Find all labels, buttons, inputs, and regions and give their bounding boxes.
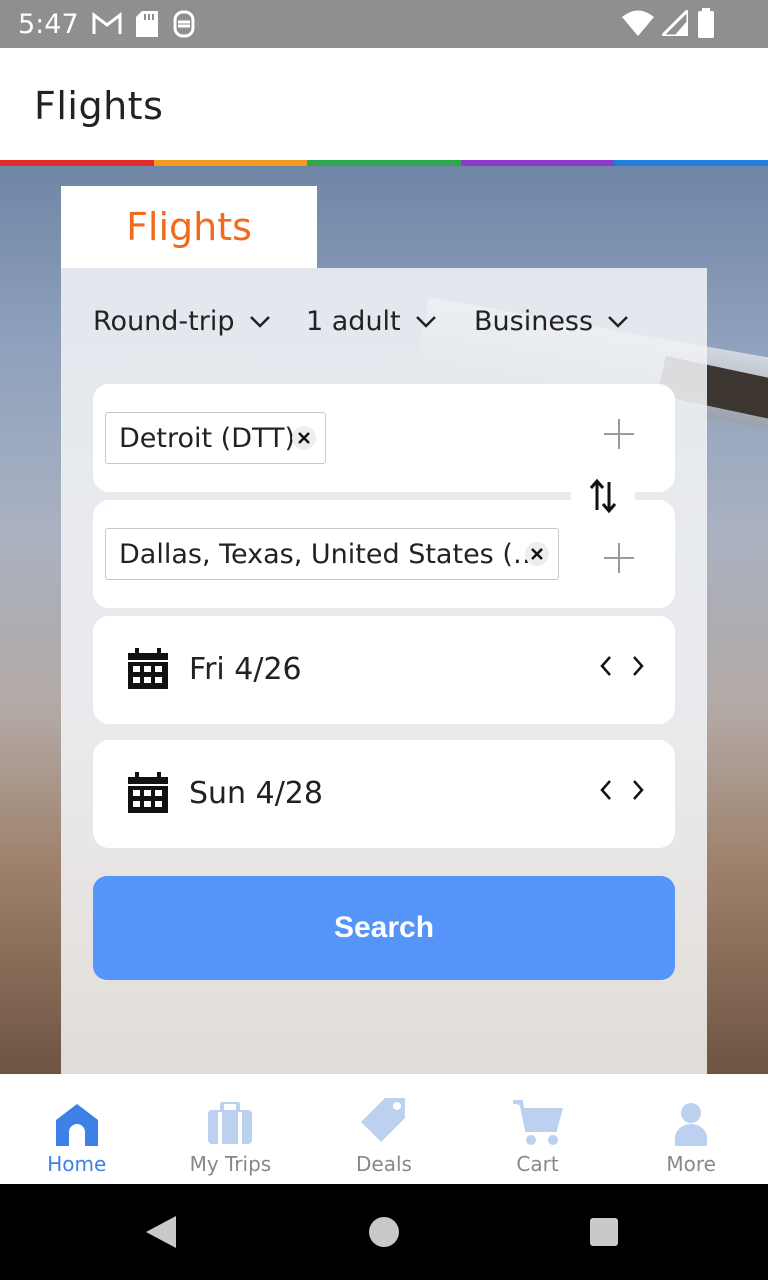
travelers-dropdown[interactable]: 1 adult bbox=[306, 306, 437, 337]
tag-icon bbox=[360, 1098, 405, 1142]
chevron-down-icon bbox=[608, 315, 628, 328]
person-icon bbox=[675, 1103, 708, 1146]
page-title: Flights bbox=[34, 84, 164, 128]
recent-apps-icon[interactable] bbox=[590, 1218, 618, 1246]
nav-deals[interactable]: Deals bbox=[307, 1074, 461, 1184]
swap-button[interactable] bbox=[571, 470, 635, 522]
home-icon bbox=[55, 1104, 98, 1146]
status-bar: 5:47 bbox=[0, 0, 768, 48]
chevron-right-icon[interactable] bbox=[631, 654, 645, 678]
wifi-icon bbox=[622, 10, 654, 36]
calendar-icon bbox=[128, 648, 168, 689]
tab-flights-label: Flights bbox=[126, 205, 252, 249]
destination-chip[interactable]: Dallas, Texas, United States (… bbox=[105, 528, 559, 580]
search-button[interactable]: Search bbox=[93, 876, 675, 980]
chevron-right-icon[interactable] bbox=[631, 778, 645, 802]
nav-home[interactable]: Home bbox=[0, 1074, 154, 1184]
status-time: 5:47 bbox=[18, 9, 79, 40]
chevron-left-icon[interactable] bbox=[599, 654, 613, 678]
chevron-down-icon bbox=[249, 315, 270, 328]
add-destination-icon[interactable] bbox=[604, 543, 634, 573]
sd-card-icon bbox=[136, 11, 158, 37]
app-bar: Flights bbox=[0, 48, 768, 160]
back-icon[interactable] bbox=[146, 1216, 176, 1248]
clear-origin-icon[interactable] bbox=[292, 426, 316, 450]
swap-icon bbox=[589, 478, 617, 514]
nav-deals-label: Deals bbox=[356, 1152, 412, 1176]
nav-more[interactable]: More bbox=[614, 1074, 768, 1184]
nav-home-label: Home bbox=[47, 1152, 107, 1176]
nav-cart-label: Cart bbox=[516, 1152, 559, 1176]
gmail-icon bbox=[92, 12, 122, 34]
travelers-label: 1 adult bbox=[306, 306, 401, 337]
cart-icon bbox=[512, 1100, 563, 1145]
calendar-icon bbox=[128, 772, 168, 813]
signal-icon bbox=[662, 10, 688, 36]
cabin-label: Business bbox=[474, 306, 594, 337]
sync-icon bbox=[173, 10, 195, 38]
home-button-icon[interactable] bbox=[369, 1217, 399, 1247]
nav-more-label: More bbox=[666, 1152, 716, 1176]
nav-cart[interactable]: Cart bbox=[461, 1074, 615, 1184]
origin-value: Detroit (DTT) bbox=[119, 422, 296, 454]
search-button-label: Search bbox=[333, 911, 435, 944]
add-origin-icon[interactable] bbox=[604, 419, 634, 449]
return-date: Sun 4/28 bbox=[189, 776, 323, 811]
depart-date-card[interactable]: Fri 4/26 bbox=[93, 616, 675, 724]
nav-my-trips[interactable]: My Trips bbox=[154, 1074, 308, 1184]
briefcase-icon bbox=[208, 1102, 253, 1144]
chevron-down-icon bbox=[415, 315, 436, 328]
trip-type-label: Round-trip bbox=[93, 306, 235, 337]
bottom-nav: Home My Trips Deals Cart More bbox=[0, 1074, 768, 1184]
nav-my-trips-label: My Trips bbox=[189, 1152, 272, 1176]
clear-destination-icon[interactable] bbox=[525, 542, 549, 566]
tab-flights[interactable]: Flights bbox=[61, 186, 317, 268]
trip-type-dropdown[interactable]: Round-trip bbox=[93, 306, 271, 337]
battery-icon bbox=[698, 8, 714, 38]
origin-chip[interactable]: Detroit (DTT) bbox=[105, 412, 326, 464]
depart-date: Fri 4/26 bbox=[189, 652, 302, 687]
cabin-dropdown[interactable]: Business bbox=[474, 306, 629, 337]
return-date-card[interactable]: Sun 4/28 bbox=[93, 740, 675, 848]
chevron-left-icon[interactable] bbox=[599, 778, 613, 802]
destination-value: Dallas, Texas, United States (… bbox=[119, 538, 540, 570]
